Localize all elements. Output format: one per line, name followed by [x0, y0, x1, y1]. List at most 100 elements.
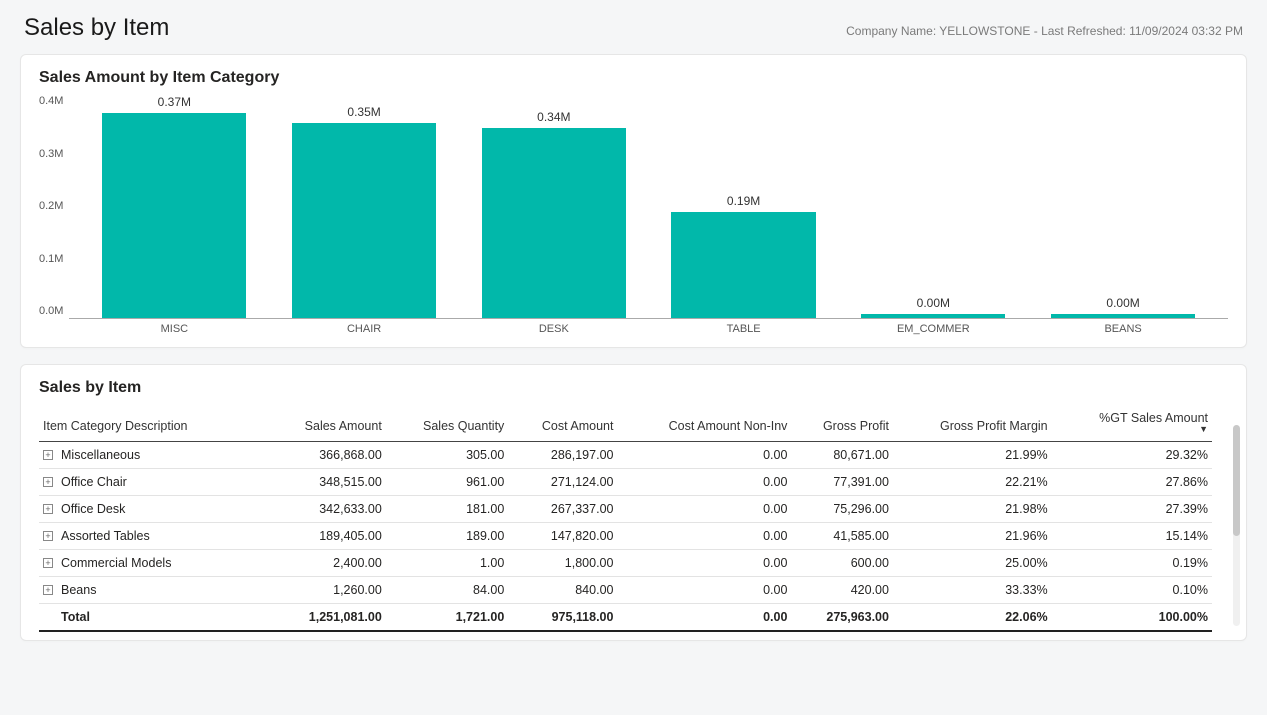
table-row[interactable]: +Office Desk342,633.00181.00267,337.000.… — [39, 496, 1212, 523]
bar[interactable] — [1051, 314, 1195, 318]
desc-text: Miscellaneous — [61, 448, 140, 462]
x-tick: BEANS — [1028, 319, 1218, 335]
desc-text: Total — [61, 610, 90, 624]
value-cell: 0.00 — [617, 523, 791, 550]
desc-text: Commercial Models — [61, 556, 171, 570]
column-header[interactable]: %GT Sales Amount▼ — [1052, 405, 1212, 442]
value-cell: 33.33% — [893, 577, 1052, 604]
value-cell: 420.00 — [791, 577, 893, 604]
table-row[interactable]: +Miscellaneous366,868.00305.00286,197.00… — [39, 442, 1212, 469]
column-header[interactable]: Gross Profit Margin — [893, 405, 1052, 442]
value-cell: 75,296.00 — [791, 496, 893, 523]
value-cell: 22.21% — [893, 469, 1052, 496]
table-row[interactable]: +Commercial Models2,400.001.001,800.000.… — [39, 550, 1212, 577]
sales-table: Item Category DescriptionSales AmountSal… — [39, 405, 1212, 632]
value-cell: 366,868.00 — [269, 442, 386, 469]
column-header[interactable]: Sales Quantity — [386, 405, 509, 442]
expand-icon[interactable]: + — [43, 531, 53, 541]
table-title: Sales by Item — [39, 379, 1228, 397]
value-cell: 77,391.00 — [791, 469, 893, 496]
value-cell: 147,820.00 — [508, 523, 617, 550]
expand-icon[interactable]: + — [43, 585, 53, 595]
bar[interactable] — [482, 128, 626, 318]
x-axis: MISCCHAIRDESKTABLEEM_COMMERBEANS — [69, 319, 1228, 335]
table-row[interactable]: +Assorted Tables189,405.00189.00147,820.… — [39, 523, 1212, 550]
column-header[interactable]: Cost Amount — [508, 405, 617, 442]
table-row[interactable]: +Beans1,260.0084.00840.000.00420.0033.33… — [39, 577, 1212, 604]
bar-data-label: 0.35M — [347, 105, 380, 119]
value-cell: 0.00 — [617, 442, 791, 469]
chart-title: Sales Amount by Item Category — [39, 69, 1228, 87]
table-body: +Miscellaneous366,868.00305.00286,197.00… — [39, 442, 1212, 632]
value-cell: 267,337.00 — [508, 496, 617, 523]
y-tick: 0.0M — [39, 305, 63, 317]
value-cell: 1,800.00 — [508, 550, 617, 577]
value-cell: 29.32% — [1052, 442, 1212, 469]
value-cell: 975,118.00 — [508, 604, 617, 632]
bar[interactable] — [102, 113, 246, 318]
value-cell: 189,405.00 — [269, 523, 386, 550]
bar-group[interactable]: 0.00M — [1028, 95, 1218, 318]
value-cell: 189.00 — [386, 523, 509, 550]
desc-cell: + Office Desk — [39, 496, 269, 523]
bar[interactable] — [861, 314, 1005, 318]
column-header[interactable]: Gross Profit — [791, 405, 893, 442]
value-cell: 41,585.00 — [791, 523, 893, 550]
value-cell: 22.06% — [893, 604, 1052, 632]
column-header[interactable]: Item Category Description — [39, 405, 269, 442]
desc-cell: + Commercial Models — [39, 550, 269, 577]
bar-group[interactable]: 0.00M — [838, 95, 1028, 318]
x-tick: DESK — [459, 319, 649, 335]
x-tick: MISC — [79, 319, 269, 335]
table-total-row: Total1,251,081.001,721.00975,118.000.002… — [39, 604, 1212, 632]
expand-icon[interactable]: + — [43, 504, 53, 514]
value-cell: 21.99% — [893, 442, 1052, 469]
y-axis: 0.4M0.3M0.2M0.1M0.0M — [39, 95, 69, 335]
expand-icon[interactable]: + — [43, 450, 53, 460]
value-cell: 1,721.00 — [386, 604, 509, 632]
desc-cell: + Office Chair — [39, 469, 269, 496]
table-header-row: Item Category DescriptionSales AmountSal… — [39, 405, 1212, 442]
sort-desc-icon: ▼ — [1056, 425, 1208, 433]
value-cell: 0.00 — [617, 469, 791, 496]
column-header[interactable]: Cost Amount Non-Inv — [617, 405, 791, 442]
desc-text: Office Desk — [61, 502, 125, 516]
bar[interactable] — [292, 123, 436, 318]
desc-cell: + Beans — [39, 577, 269, 604]
table-row[interactable]: +Office Chair348,515.00961.00271,124.000… — [39, 469, 1212, 496]
bar[interactable] — [671, 212, 815, 318]
bar-group[interactable]: 0.37M — [79, 95, 269, 318]
x-tick: CHAIR — [269, 319, 459, 335]
value-cell: 961.00 — [386, 469, 509, 496]
bar-data-label: 0.37M — [158, 95, 191, 109]
desc-text: Office Chair — [61, 475, 127, 489]
page-title: Sales by Item — [24, 14, 169, 42]
value-cell: 0.10% — [1052, 577, 1212, 604]
y-tick: 0.1M — [39, 253, 63, 265]
value-cell: 21.96% — [893, 523, 1052, 550]
plot-area: 0.37M 0.35M 0.34M 0.19M 0.00M 0.00M — [69, 95, 1228, 319]
bar-group[interactable]: 0.19M — [649, 95, 839, 318]
column-header[interactable]: Sales Amount — [269, 405, 386, 442]
value-cell: 100.00% — [1052, 604, 1212, 632]
bar-chart[interactable]: 0.4M0.3M0.2M0.1M0.0M 0.37M0.35M0.34M0.19… — [39, 95, 1228, 335]
page-meta: Company Name: YELLOWSTONE - Last Refresh… — [846, 24, 1243, 38]
value-cell: 181.00 — [386, 496, 509, 523]
bar-data-label: 0.19M — [727, 194, 760, 208]
value-cell: 80,671.00 — [791, 442, 893, 469]
expand-icon[interactable]: + — [43, 477, 53, 487]
desc-cell: +Assorted Tables — [39, 523, 269, 550]
bar-data-label: 0.00M — [917, 296, 950, 310]
bar-group[interactable]: 0.35M — [269, 95, 459, 318]
x-tick: TABLE — [649, 319, 839, 335]
table-scrollbar[interactable] — [1233, 425, 1240, 626]
bar-group[interactable]: 0.34M — [459, 95, 649, 318]
value-cell: 0.00 — [617, 550, 791, 577]
value-cell: 27.86% — [1052, 469, 1212, 496]
desc-cell: Total — [39, 604, 269, 632]
desc-cell: + Miscellaneous — [39, 442, 269, 469]
value-cell: 15.14% — [1052, 523, 1212, 550]
expand-icon[interactable]: + — [43, 558, 53, 568]
value-cell: 342,633.00 — [269, 496, 386, 523]
desc-text: Beans — [61, 583, 96, 597]
